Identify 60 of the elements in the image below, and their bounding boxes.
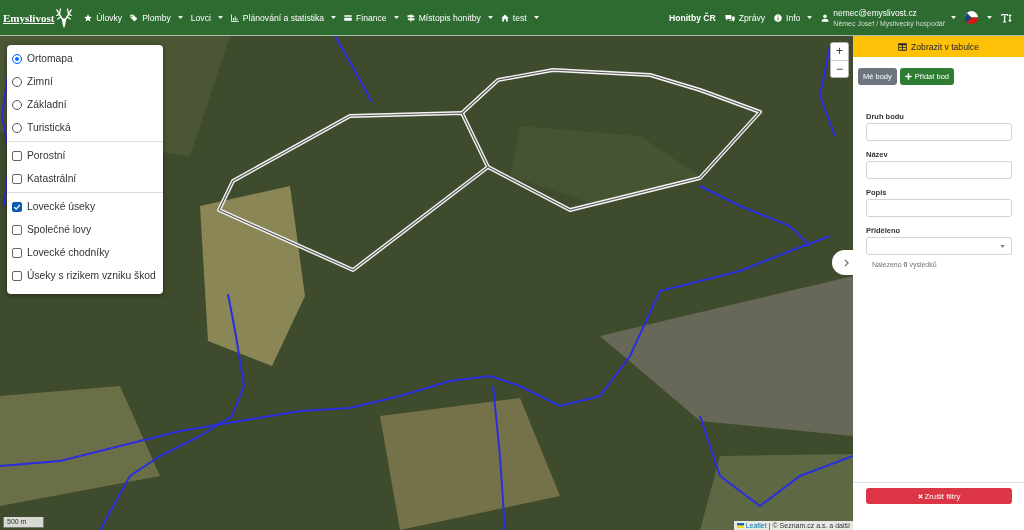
home-icon [500,13,509,22]
checkbox[interactable] [12,247,22,258]
nav-menu-item[interactable]: test [500,12,539,23]
layer-option[interactable]: Společné lovy [7,218,163,241]
nav-menu-item[interactable]: Info [774,12,813,23]
input-field[interactable] [866,161,1012,179]
flag-icon [736,523,744,528]
zoom-out-button[interactable]: − [831,60,848,77]
table-icon [898,42,908,51]
brand-logo-link[interactable]: Emyslivost [3,6,74,29]
layer-option[interactable]: Katastrální [7,167,163,190]
checkbox[interactable] [12,270,22,281]
nav-menu-item[interactable]: Lovci [190,12,223,23]
nav-menu-item[interactable]: Finance [344,12,399,23]
info-icon [774,13,782,22]
star-icon [84,13,93,22]
x-icon [917,493,923,499]
table-view-button[interactable]: Zobrazit v tabulce [853,36,1024,57]
checkbox[interactable] [12,201,22,212]
layer-option[interactable]: Základní [7,93,163,116]
layer-option[interactable]: Porostní [7,144,163,167]
chevron-right-icon [843,258,849,267]
comments-icon [724,13,735,22]
input-field[interactable] [866,123,1012,141]
radio-button[interactable] [12,122,22,133]
layer-option[interactable]: Lovecké úseky [7,195,163,218]
checkbox[interactable] [12,224,22,235]
layer-option[interactable]: Úseky s rizikem vzniku škod [7,264,163,287]
czech-flag-icon [965,11,978,24]
radio-button[interactable] [12,76,22,87]
checkbox[interactable] [12,173,22,184]
input-field[interactable] [866,199,1012,217]
layer-option[interactable]: Zimní [7,70,163,93]
nav-menu-item[interactable]: Zprávy [724,12,765,23]
layer-option[interactable]: Turistická [7,116,163,139]
caret-icon [987,16,992,19]
nav-menu-item[interactable]: Úlovky [84,12,123,23]
signpost-icon [406,13,415,22]
nav-menu-item[interactable]: Plánování a statistika [230,12,337,23]
nav-link[interactable]: Honitby ČR [668,12,716,23]
plus-icon [904,73,912,80]
nav-menu-item[interactable]: Místopis honitby [406,12,493,23]
bar-chart-icon [230,13,239,22]
nav-menu-item[interactable]: Plomby [130,12,183,23]
deer-head-icon [55,6,74,29]
text-size-icon[interactable] [1001,12,1012,23]
user-icon [821,13,830,22]
checkmark-icon [13,202,21,211]
checkbox[interactable] [12,150,22,161]
select-field[interactable] [866,237,1012,255]
caret-icon [951,16,956,19]
radio-button[interactable] [12,53,22,64]
layer-option[interactable]: Ortomapa [7,47,163,70]
language-menu[interactable] [965,11,992,24]
caret-icon [1000,244,1005,248]
card-icon [344,13,353,22]
tag-icon [130,13,139,22]
layer-option[interactable]: Lovecké chodníky [7,241,163,264]
radio-button[interactable] [12,99,22,110]
user-email: nemec@emyslivost.cz [833,7,918,19]
